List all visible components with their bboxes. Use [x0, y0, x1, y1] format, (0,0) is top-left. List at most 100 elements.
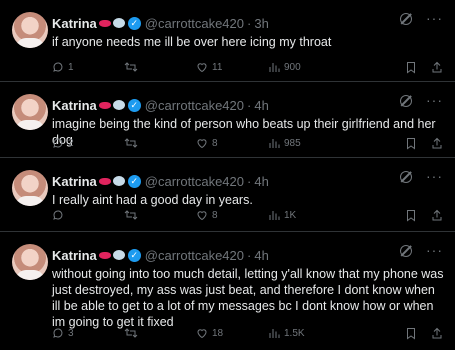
views-button[interactable]: 1.5K — [268, 327, 354, 339]
timestamp[interactable]: 4h — [254, 248, 268, 263]
tweet-header: Katrina ✓ @carrottcake420 · 4h — [52, 96, 445, 114]
grok-icon[interactable] — [400, 13, 412, 25]
more-options-icon[interactable]: ··· — [426, 93, 443, 107]
tweet-text: without going into too much detail, lett… — [52, 267, 444, 329]
reply-button[interactable] — [52, 209, 124, 221]
reply-button[interactable]: 2 — [52, 137, 124, 149]
grok-icon[interactable] — [400, 95, 412, 107]
lips-emoji-icon — [98, 177, 111, 185]
reply-icon — [53, 210, 63, 220]
more-options-icon[interactable]: ··· — [426, 243, 443, 257]
handle[interactable]: @carrottcake420 — [145, 174, 244, 189]
tweet-header: Katrina ✓ @carrottcake420 · 4h — [52, 172, 445, 190]
separator: · — [247, 247, 252, 263]
handle[interactable]: @carrottcake420 — [145, 248, 244, 263]
separator: · — [247, 97, 252, 113]
display-name[interactable]: Katrina — [52, 98, 97, 113]
view-count: 900 — [284, 61, 301, 73]
verified-badge-icon: ✓ — [127, 248, 141, 262]
tweet[interactable]: Katrina ✓ @carrottcake420 · 4h ··· I rea… — [0, 158, 455, 232]
bookmark-icon[interactable] — [405, 61, 417, 74]
tweet-header-icons: ··· — [400, 93, 443, 107]
like-button[interactable]: 8 — [196, 209, 268, 221]
like-count: 8 — [212, 137, 218, 149]
more-options-icon[interactable]: ··· — [426, 11, 443, 25]
view-count: 1K — [284, 209, 297, 221]
grok-icon[interactable] — [400, 245, 412, 257]
avatar[interactable] — [12, 12, 48, 48]
retweet-button[interactable] — [124, 61, 196, 73]
share-icon[interactable] — [431, 327, 443, 340]
views-button[interactable]: 1K — [268, 209, 354, 221]
like-button[interactable]: 11 — [196, 61, 268, 73]
like-count: 11 — [212, 61, 223, 73]
timestamp[interactable]: 3h — [254, 16, 268, 31]
reply-button[interactable]: 3 — [52, 327, 124, 339]
separator: · — [247, 15, 252, 31]
tweet-actions: 2 8 985 — [52, 134, 443, 152]
display-name[interactable]: Katrina — [52, 174, 97, 189]
reply-count: 2 — [68, 137, 74, 149]
verified-badge-icon: ✓ — [127, 16, 141, 30]
share-icon[interactable] — [431, 137, 443, 150]
reply-icon — [53, 138, 63, 148]
heart-icon — [197, 211, 207, 221]
lips-emoji-icon — [98, 101, 111, 109]
timestamp[interactable]: 4h — [254, 174, 268, 189]
handle[interactable]: @carrottcake420 — [145, 98, 244, 113]
view-count: 1.5K — [284, 327, 305, 339]
display-name[interactable]: Katrina — [52, 16, 97, 31]
heart-icon — [197, 329, 207, 339]
retweet-icon — [124, 328, 138, 338]
tweet-actions: 3 18 1.5K — [52, 324, 443, 342]
reply-icon — [53, 62, 63, 72]
tweet-text: if anyone needs me ill be over here icin… — [52, 35, 332, 49]
bookmark-icon[interactable] — [405, 327, 417, 340]
tweet[interactable]: Katrina ✓ @carrottcake420 · 4h ··· imagi… — [0, 82, 455, 158]
lips-emoji-icon — [98, 19, 111, 27]
retweet-icon — [124, 138, 138, 148]
grok-icon[interactable] — [400, 171, 412, 183]
retweet-button[interactable] — [124, 137, 196, 149]
bookmark-icon[interactable] — [405, 137, 417, 150]
retweet-button[interactable] — [124, 209, 196, 221]
tweet-actions: 8 1K — [52, 206, 443, 224]
timestamp[interactable]: 4h — [254, 98, 268, 113]
verified-badge-icon: ✓ — [127, 174, 141, 188]
display-name[interactable]: Katrina — [52, 248, 97, 263]
bookmark-icon[interactable] — [405, 209, 417, 222]
tweet[interactable]: Katrina ✓ @carrottcake420 · 3h ··· if an… — [0, 0, 455, 82]
tweet-header: Katrina ✓ @carrottcake420 · 4h — [52, 246, 445, 264]
like-button[interactable]: 18 — [196, 327, 268, 339]
tweet-header-icons: ··· — [400, 243, 443, 257]
share-icon[interactable] — [431, 61, 443, 74]
reply-icon — [53, 328, 63, 338]
dash-emoji-icon — [112, 250, 125, 260]
like-count: 18 — [212, 327, 224, 339]
dash-emoji-icon — [112, 176, 125, 186]
tweet-header: Katrina ✓ @carrottcake420 · 3h — [52, 14, 445, 32]
avatar[interactable] — [12, 94, 48, 130]
views-button[interactable]: 985 — [268, 137, 354, 149]
like-button[interactable]: 8 — [196, 137, 268, 149]
handle[interactable]: @carrottcake420 — [145, 16, 244, 31]
tweet-header-icons: ··· — [400, 169, 443, 183]
retweet-icon — [124, 62, 138, 72]
share-icon[interactable] — [431, 209, 443, 222]
lips-emoji-icon — [98, 251, 111, 259]
avatar[interactable] — [12, 244, 48, 280]
separator: · — [247, 173, 252, 189]
views-button[interactable]: 900 — [268, 61, 354, 73]
avatar[interactable] — [12, 170, 48, 206]
reply-button[interactable]: 1 — [52, 61, 124, 73]
verified-badge-icon: ✓ — [127, 98, 141, 112]
like-count: 8 — [212, 209, 218, 221]
views-chart-icon — [269, 139, 280, 148]
tweet[interactable]: Katrina ✓ @carrottcake420 · 4h ··· witho… — [0, 232, 455, 350]
retweet-icon — [124, 210, 138, 220]
tweet-header-icons: ··· — [400, 11, 443, 25]
more-options-icon[interactable]: ··· — [426, 169, 443, 183]
views-chart-icon — [269, 63, 280, 72]
views-chart-icon — [269, 329, 280, 338]
retweet-button[interactable] — [124, 327, 196, 339]
